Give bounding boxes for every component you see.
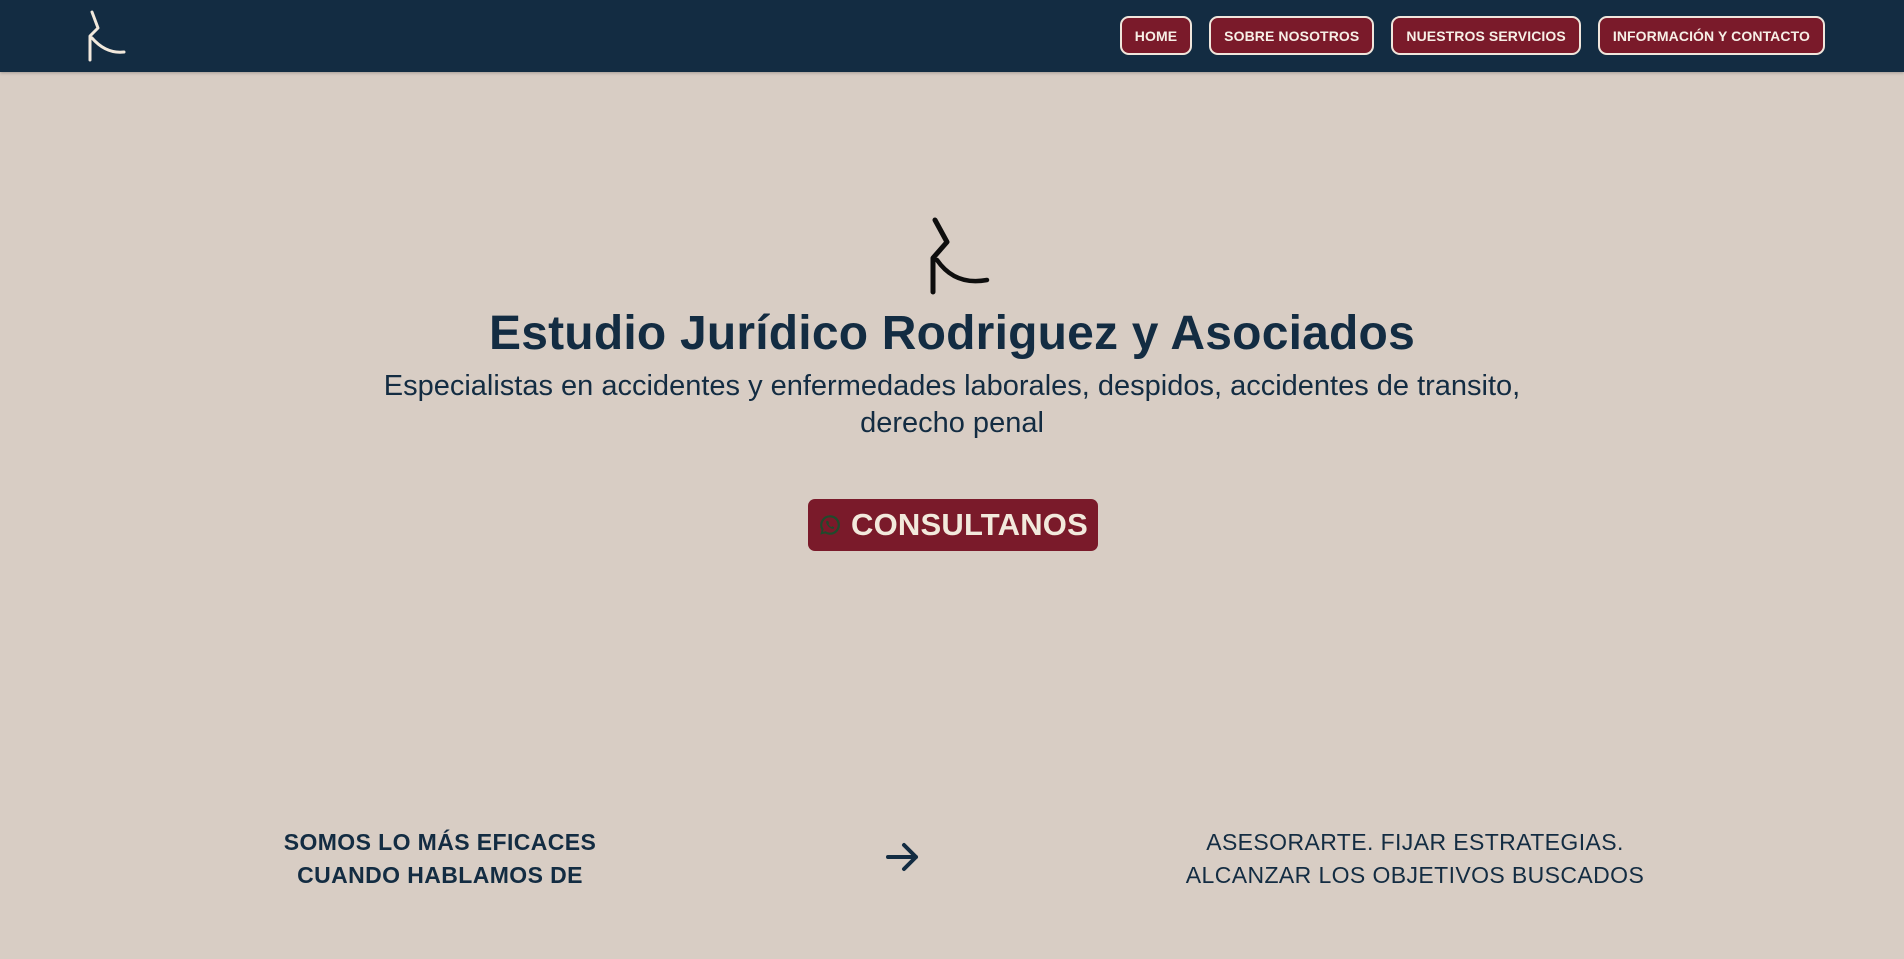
tagline-left-line-1: SOMOS LO MÁS EFICACES <box>283 829 597 855</box>
whatsapp-icon <box>820 515 840 535</box>
tagline-left-line-2: CUANDO HABLAMOS DE <box>297 862 583 888</box>
hero-subtitle-line-2: derecho penal <box>860 407 1044 439</box>
consult-button-label: CONSULTANOS <box>851 507 1088 542</box>
tagline-right-line-1: ASESORARTE. FIJAR ESTRATEGIAS. <box>1206 829 1624 855</box>
arrow-right-icon <box>886 843 918 871</box>
nav-services-button[interactable]: NUESTROS SERVICIOS <box>1391 16 1581 55</box>
hero-title: Estudio Jurídico Rodriguez y Asociados <box>489 307 1415 360</box>
tagline-left: SOMOS LO MÁS EFICACES CUANDO HABLAMOS DE <box>240 826 640 892</box>
nav-contact-button[interactable]: INFORMACIÓN Y CONTACTO <box>1597 16 1825 55</box>
consult-button[interactable]: CONSULTANOS <box>808 499 1098 551</box>
hero-subtitle-line-1: Especialistas en accidentes y enfermedad… <box>383 370 1521 402</box>
main-menu: HOME SOBRE NOSOTROS NUESTROS SERVICIOS I… <box>1119 16 1825 55</box>
nav-about-button[interactable]: SOBRE NOSOTROS <box>1209 16 1375 55</box>
nav-home-button[interactable]: HOME <box>1119 16 1193 55</box>
tagline-right-line-2: ALCANZAR LOS OBJETIVOS BUSCADOS <box>1185 862 1645 888</box>
hero-subtitle: Especialistas en accidentes y enfermedad… <box>352 368 1552 442</box>
hero-logo <box>930 217 990 295</box>
nav-logo[interactable] <box>84 8 130 64</box>
tagline-right: ASESORARTE. FIJAR ESTRATEGIAS. ALCANZAR … <box>1115 826 1715 892</box>
top-navigation-bar: HOME SOBRE NOSOTROS NUESTROS SERVICIOS I… <box>0 0 1904 72</box>
